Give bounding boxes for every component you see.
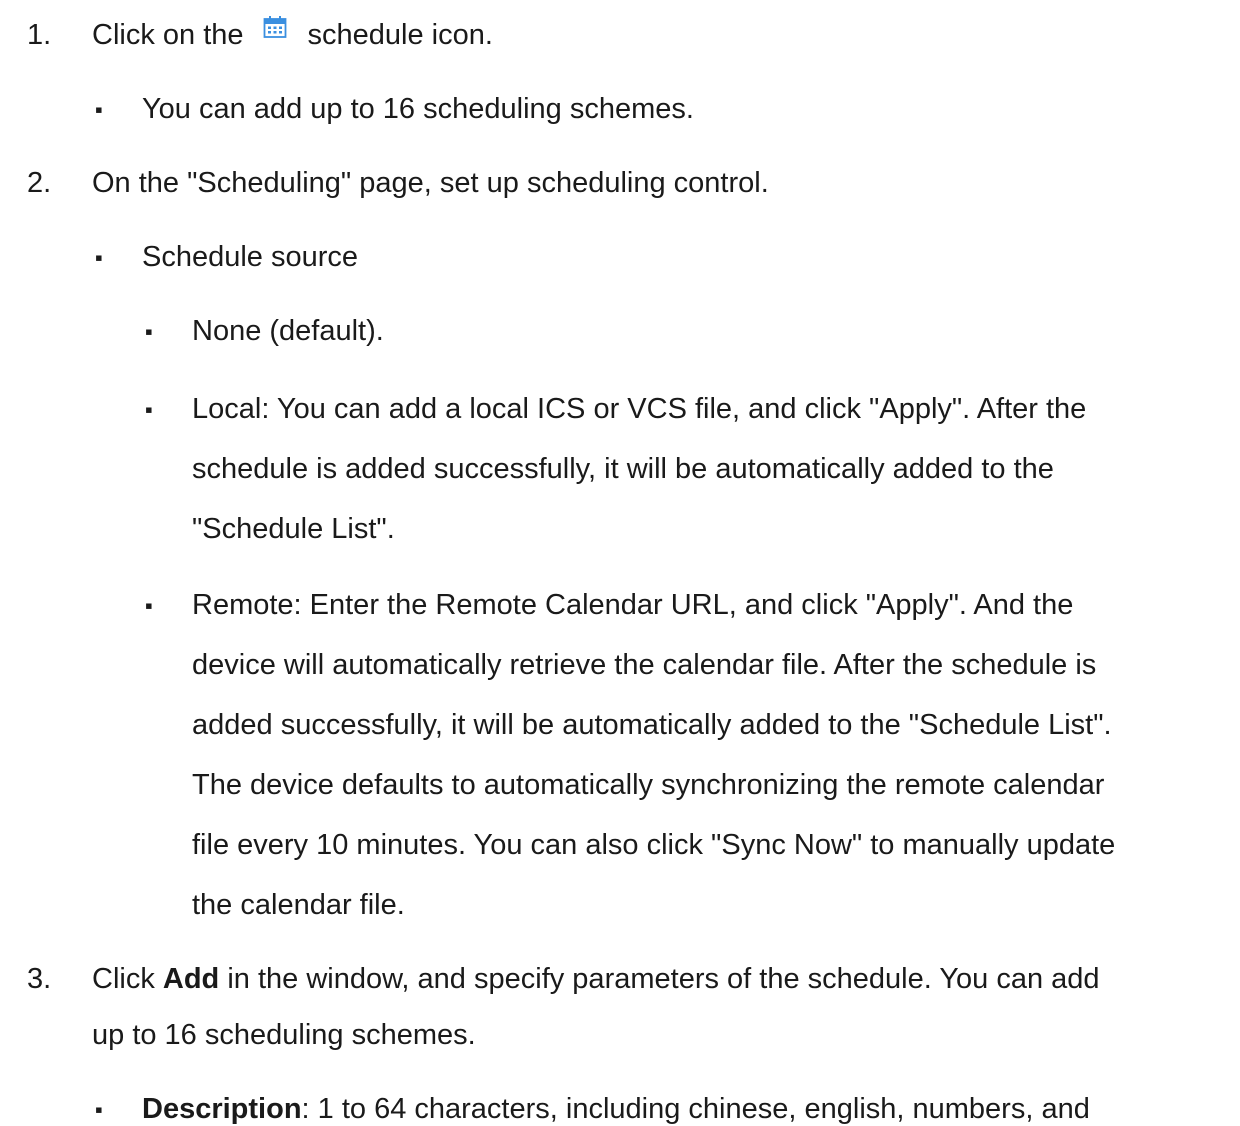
source-remote-line-2: device will automatically retrieve the c… [192, 649, 1097, 681]
step-1-bullet-1: You can add up to 16 scheduling schemes. [142, 93, 694, 125]
bullet-marker: ▪ [95, 245, 103, 270]
step-1-number: 1. [27, 19, 52, 51]
step-2-text: On the "Scheduling" page, set up schedul… [92, 167, 769, 199]
source-remote-line-3: added successfully, it will be automatic… [192, 709, 1112, 741]
step-1-text: Click on the schedule icon. [92, 16, 493, 51]
step-2-number: 2. [27, 167, 52, 199]
description-label: Description [142, 1093, 302, 1125]
bullet-marker: ▪ [145, 319, 153, 344]
step-3-prefix: Click [92, 963, 163, 995]
step-3-line-1: Click Add in the window, and specify par… [92, 964, 1100, 994]
step-3-suffix: in the window, and specify parameters of… [219, 963, 1100, 995]
bullet-marker: ▪ [145, 397, 153, 422]
description-text: : 1 to 64 characters, including chinese,… [301, 1093, 1090, 1125]
step-3-line-2: up to 16 scheduling schemes. [92, 1019, 476, 1051]
bullet-marker: ▪ [95, 1097, 103, 1122]
step-1-text-before: Click on the [92, 19, 244, 51]
source-none-text: None (default). [192, 315, 384, 347]
add-keyword: Add [162, 963, 220, 995]
source-local-line-2: schedule is added successfully, it will … [192, 453, 1054, 485]
source-remote-line-5: file every 10 minutes. You can also clic… [192, 829, 1116, 861]
schedule-source-heading: Schedule source [142, 241, 359, 273]
calendar-icon[interactable] [262, 14, 288, 40]
source-local-line-3: "Schedule List". [192, 513, 395, 545]
source-remote-line-6: the calendar file. [192, 889, 405, 921]
step-3-number: 3. [27, 963, 52, 995]
source-remote-line-4: The device defaults to automatically syn… [192, 769, 1105, 801]
bullet-marker: ▪ [145, 593, 153, 618]
description-bullet: Description: 1 to 64 characters, includi… [142, 1094, 1090, 1124]
source-remote-line-1: Remote: Enter the Remote Calendar URL, a… [192, 589, 1074, 621]
step-1-text-after: schedule icon. [307, 19, 493, 51]
source-local-line-1: Local: You can add a local ICS or VCS fi… [192, 393, 1087, 425]
bullet-marker: ▪ [95, 97, 103, 122]
